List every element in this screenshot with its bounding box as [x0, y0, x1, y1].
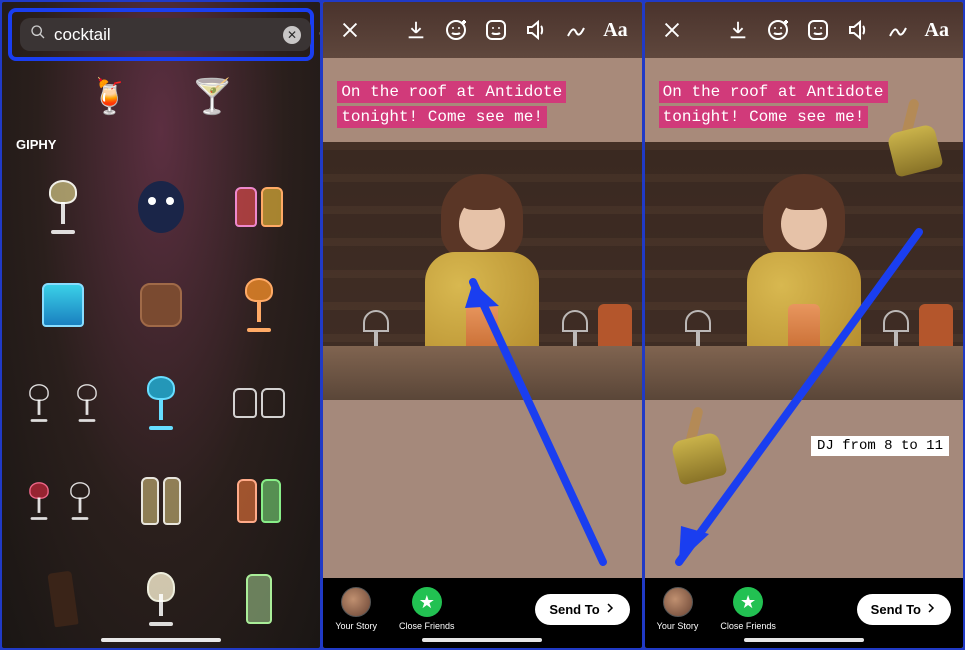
close-friends-label: Close Friends — [399, 621, 455, 631]
home-indicator[interactable] — [101, 638, 221, 642]
close-friends-button[interactable]: ★ Close Friends — [720, 587, 776, 631]
send-to-button[interactable]: Send To — [857, 594, 951, 625]
emoji-suggestion-row: 🍹 🍸 — [2, 67, 320, 131]
send-to-label: Send To — [871, 602, 921, 617]
close-friends-label: Close Friends — [720, 621, 776, 631]
sticker-tall-drinks[interactable] — [112, 452, 210, 550]
sticker-dancing-blueberry[interactable] — [112, 158, 210, 256]
bar-top — [645, 346, 963, 400]
face-filter-icon[interactable] — [765, 17, 791, 43]
giphy-search-panel: ✕ Cancel 🍹 🍸 GIPHY — [2, 2, 320, 648]
story-topbar: Aa — [323, 2, 641, 58]
text-tool-button[interactable]: Aa — [925, 19, 949, 42]
star-icon: ★ — [412, 587, 442, 617]
sticker-pina-colada[interactable] — [112, 550, 210, 648]
clear-search-icon[interactable]: ✕ — [283, 26, 301, 44]
download-icon[interactable] — [403, 17, 429, 43]
text-tool-button[interactable]: Aa — [603, 19, 627, 42]
sticker-two-cocktails[interactable] — [210, 158, 308, 256]
your-story-label: Your Story — [657, 621, 699, 631]
sticker-whiskey-bottle[interactable] — [14, 550, 112, 648]
chevron-right-icon — [604, 602, 616, 617]
search-pill: ✕ — [20, 18, 311, 51]
caption-line-2: tonight! Come see me! — [659, 106, 869, 128]
sticker-tropical-drinks[interactable] — [210, 452, 308, 550]
draw-icon[interactable] — [885, 17, 911, 43]
story-caption[interactable]: On the roof at Antidote tonight! Come se… — [337, 80, 566, 130]
caption-line-2: tonight! Come see me! — [337, 106, 547, 128]
story-editor-panel-2: Aa On the roof at Antidote tonight! Come… — [645, 2, 963, 648]
sound-icon[interactable] — [845, 17, 871, 43]
star-icon: ★ — [733, 587, 763, 617]
sticker-icon[interactable] — [805, 17, 831, 43]
avatar — [663, 587, 693, 617]
story-topbar: Aa — [645, 2, 963, 58]
cancel-button[interactable]: Cancel — [319, 26, 320, 44]
close-icon[interactable] — [659, 17, 685, 43]
story-editor-panel-1: Aa On the roof at Antidote tonight! Come… — [323, 2, 641, 648]
search-icon — [30, 24, 46, 45]
face-filter-icon[interactable] — [443, 17, 469, 43]
sticker-blue-martini[interactable] — [112, 354, 210, 452]
your-story-label: Your Story — [335, 621, 377, 631]
sticker-double-glasses[interactable] — [14, 354, 112, 452]
avatar — [341, 587, 371, 617]
sticker-martini-glass[interactable] — [14, 158, 112, 256]
caption-line-1: On the roof at Antidote — [337, 81, 566, 103]
sticker-orange-cocktail[interactable] — [210, 256, 308, 354]
chevron-right-icon — [925, 602, 937, 617]
sticker-red-wine-glasses[interactable] — [14, 452, 112, 550]
martini-emoji[interactable]: 🍸 — [191, 77, 233, 117]
share-bar: Your Story ★ Close Friends Send To — [645, 578, 963, 648]
search-input[interactable] — [54, 25, 275, 45]
sticker-short-glasses[interactable] — [210, 354, 308, 452]
home-indicator[interactable] — [422, 638, 542, 642]
sound-icon[interactable] — [523, 17, 549, 43]
bar-top — [323, 346, 641, 400]
your-story-button[interactable]: Your Story — [657, 587, 699, 631]
story-caption[interactable]: On the roof at Antidote tonight! Come se… — [659, 80, 888, 130]
tropical-drink-emoji[interactable]: 🍹 — [89, 77, 131, 117]
send-to-label: Send To — [549, 602, 599, 617]
search-row-highlight: ✕ Cancel — [8, 8, 314, 61]
dj-text-overlay[interactable]: DJ from 8 to 11 — [811, 436, 949, 456]
giphy-section-label: GIPHY — [2, 131, 320, 154]
download-icon[interactable] — [725, 17, 751, 43]
story-photo[interactable] — [323, 142, 641, 400]
close-icon[interactable] — [337, 17, 363, 43]
sticker-mojito[interactable] — [210, 550, 308, 648]
share-bar: Your Story ★ Close Friends Send To — [323, 578, 641, 648]
home-indicator[interactable] — [744, 638, 864, 642]
draw-icon[interactable] — [563, 17, 589, 43]
sticker-grid — [2, 154, 320, 648]
sticker-icon[interactable] — [483, 17, 509, 43]
send-to-button[interactable]: Send To — [535, 594, 629, 625]
sticker-brown-tumbler[interactable] — [112, 256, 210, 354]
sticker-blue-drink-sparkle[interactable] — [14, 256, 112, 354]
caption-line-1: On the roof at Antidote — [659, 81, 888, 103]
close-friends-button[interactable]: ★ Close Friends — [399, 587, 455, 631]
your-story-button[interactable]: Your Story — [335, 587, 377, 631]
